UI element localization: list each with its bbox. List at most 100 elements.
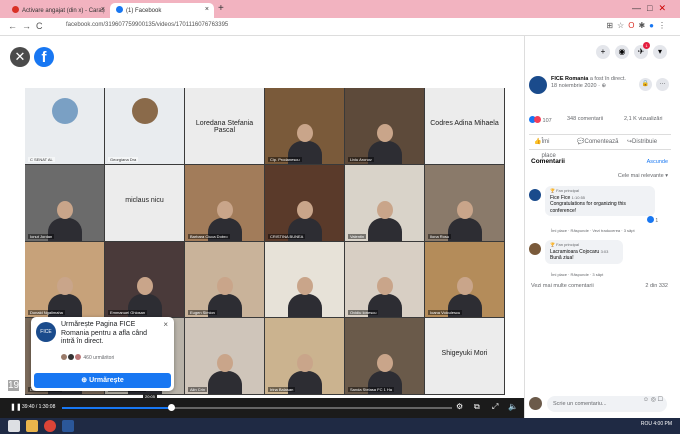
comment-actions[interactable]: Îmi place · Răspunde · 3 săpt (551, 272, 603, 277)
followers-count: 460 urmăritori (61, 354, 114, 361)
browser-tab-2[interactable]: (1) Facebook × (110, 3, 214, 18)
more-comments-link[interactable]: Vezi mai multe comentarii (531, 283, 594, 289)
participant-name: Shigeyuki Mori (441, 350, 488, 358)
comment-pagination: 2 din 332 (645, 283, 668, 289)
write-comment-row: Scrie un comentariu... ☺ ◎ ☐ (529, 396, 671, 412)
commenter-avatar[interactable] (529, 189, 541, 201)
back-icon[interactable]: ← (8, 21, 22, 31)
pause-icon[interactable]: ❚❚ (10, 403, 22, 411)
participant-tile: Alin Crin (185, 318, 264, 394)
comment-button[interactable]: 💬 Comentează (577, 135, 619, 149)
close-window-button[interactable]: ✕ (658, 3, 672, 13)
windows-start-icon[interactable] (8, 420, 20, 432)
comment-reactions[interactable]: 1 (647, 216, 658, 224)
comment-tools-icons[interactable]: ☺ ◎ ☐ (643, 396, 663, 403)
account-menu-icon[interactable]: ▾ (653, 45, 667, 59)
participant-tile: CRISTINA BUNEA (265, 164, 344, 241)
puzzle-icon[interactable]: ✱ (638, 21, 649, 30)
system-tray: ROU 4:00 PM (640, 421, 672, 427)
friend-avatar (75, 354, 81, 360)
participant-video (367, 200, 402, 241)
participant-tile: Ovidiu Ionescu (345, 241, 424, 318)
window-controls: —□✕ (632, 3, 672, 14)
file-explorer-icon[interactable] (26, 420, 38, 432)
browser-tab-strip: Activare angajat (din x) - Caraș × (1) F… (0, 0, 680, 18)
friend-avatar (61, 354, 67, 360)
star-icon[interactable]: ☆ (617, 21, 628, 30)
word-icon[interactable] (62, 420, 74, 432)
url-field[interactable]: facebook.com/319607759900135/videos/1701… (66, 22, 228, 28)
participant-label: Barbara Ciuca Dobro (188, 233, 230, 239)
settings-icon[interactable]: ⚙ (456, 402, 463, 411)
page-name[interactable]: FICE Romania (551, 76, 588, 82)
comment-text: Congratulations for organizing this conf… (550, 201, 626, 214)
comment-timestamp[interactable]: 3:03 (601, 249, 609, 254)
facebook-logo-icon[interactable]: f (34, 47, 54, 67)
share-button[interactable]: ↪ Distribuie (627, 135, 657, 149)
translate-icon[interactable]: ⊞ (606, 21, 617, 30)
video-controls: ❚❚ 39:40 / 1:30:08 ⚙ ⧉ ⤢ 🔈 (0, 398, 524, 418)
participant-label: Donald Ngalimaha (28, 310, 65, 316)
participant-tile: Donald Ngalimaha (25, 241, 104, 318)
love-reaction-icon (534, 116, 541, 123)
comment-actions[interactable]: Îmi place · Răspunde · Vezi traducerea ·… (551, 228, 635, 233)
profile-icon[interactable]: ● (649, 21, 658, 30)
user-avatar[interactable] (529, 397, 542, 410)
participant-tile: miclaus nicu (105, 164, 184, 241)
comment-item: 🏆 Fan principal Lacramioara Cojocaru 3:0… (529, 240, 669, 280)
messenger-icon[interactable]: ◉ (615, 45, 629, 59)
close-tab-icon[interactable]: × (101, 6, 105, 13)
new-tab-button[interactable]: + (218, 3, 224, 14)
participant-label: Emmanuel Ghiosan (108, 310, 148, 316)
like-button[interactable]: 👍 Îmi place (534, 135, 556, 159)
comment-count[interactable]: 348 comentarii (567, 116, 603, 122)
participant-label: CRISTINA BUNEA (268, 233, 306, 239)
sort-comments-dropdown[interactable]: Cele mai relevante ▾ (618, 173, 668, 179)
volume-icon[interactable]: 🔈 (508, 402, 518, 411)
comment-timestamp[interactable]: 1:10:55 (572, 195, 585, 200)
participant-tile: Ionut Jordan (25, 164, 104, 241)
participant-tile: Codres Adina Mihaela (425, 88, 504, 164)
reaction-count[interactable]: 107 (543, 118, 552, 124)
page-avatar[interactable] (529, 76, 547, 94)
browser-tab-1[interactable]: Activare angajat (din x) - Caraș × (6, 3, 110, 18)
close-icon[interactable]: ✕ (10, 47, 30, 67)
reload-icon[interactable]: C (36, 21, 48, 31)
comment-author[interactable]: Fice Fice (550, 195, 570, 201)
close-tab-icon[interactable]: × (205, 6, 209, 13)
facebook-favicon-icon (116, 6, 123, 13)
commenter-avatar[interactable] (529, 243, 541, 255)
participant-label: Alin Crin (188, 387, 208, 392)
more-options-button[interactable]: ··· (656, 78, 669, 91)
followers-text: 460 urmăritori (83, 355, 115, 361)
progress-bar[interactable] (62, 404, 452, 411)
live-status: a fost în direct. (589, 76, 626, 82)
participant-tile: Ioana Voiculescu (425, 241, 504, 318)
participant-name: Loredana Stefania Pascal (195, 119, 254, 134)
participant-label: Ilona Rosu (428, 233, 452, 239)
view-count: 2,1 K vizualizări (624, 116, 663, 122)
tab-title: (1) Facebook (126, 8, 162, 14)
forward-icon[interactable]: → (22, 21, 36, 31)
participant-label: Georgiana Dra (108, 156, 139, 162)
menu-icon[interactable]: ⋮ (658, 21, 670, 30)
post-date[interactable]: 18 noiembrie 2020 · ⊕ (551, 83, 606, 89)
create-icon[interactable]: + (596, 45, 610, 59)
participant-tile: Loredana Stefania Pascal (185, 88, 264, 164)
chrome-icon[interactable] (44, 420, 56, 432)
close-card-icon[interactable]: × (163, 320, 168, 329)
save-icon[interactable]: 🔒 (639, 78, 652, 91)
pip-icon[interactable]: ⧉ (474, 402, 480, 412)
follow-button[interactable]: ⊕ Urmărește (34, 373, 171, 388)
maximize-button[interactable]: □ (647, 3, 658, 13)
comment-author[interactable]: Lacramioara Cojocaru (550, 249, 599, 255)
minimize-button[interactable]: — (632, 3, 647, 13)
comment-reaction-count: 1 (655, 218, 659, 224)
fullscreen-icon[interactable]: ⤢ (492, 402, 498, 412)
hide-comments-link[interactable]: Ascunde (647, 159, 668, 165)
opera-icon[interactable]: O (628, 21, 638, 30)
participant-tile: Irina Balasan (265, 318, 344, 394)
extensions-bar: ⊞☆O✱●⋮ (606, 21, 670, 30)
progress-knob[interactable] (168, 404, 176, 411)
badge-label: Fan principal (556, 242, 579, 247)
